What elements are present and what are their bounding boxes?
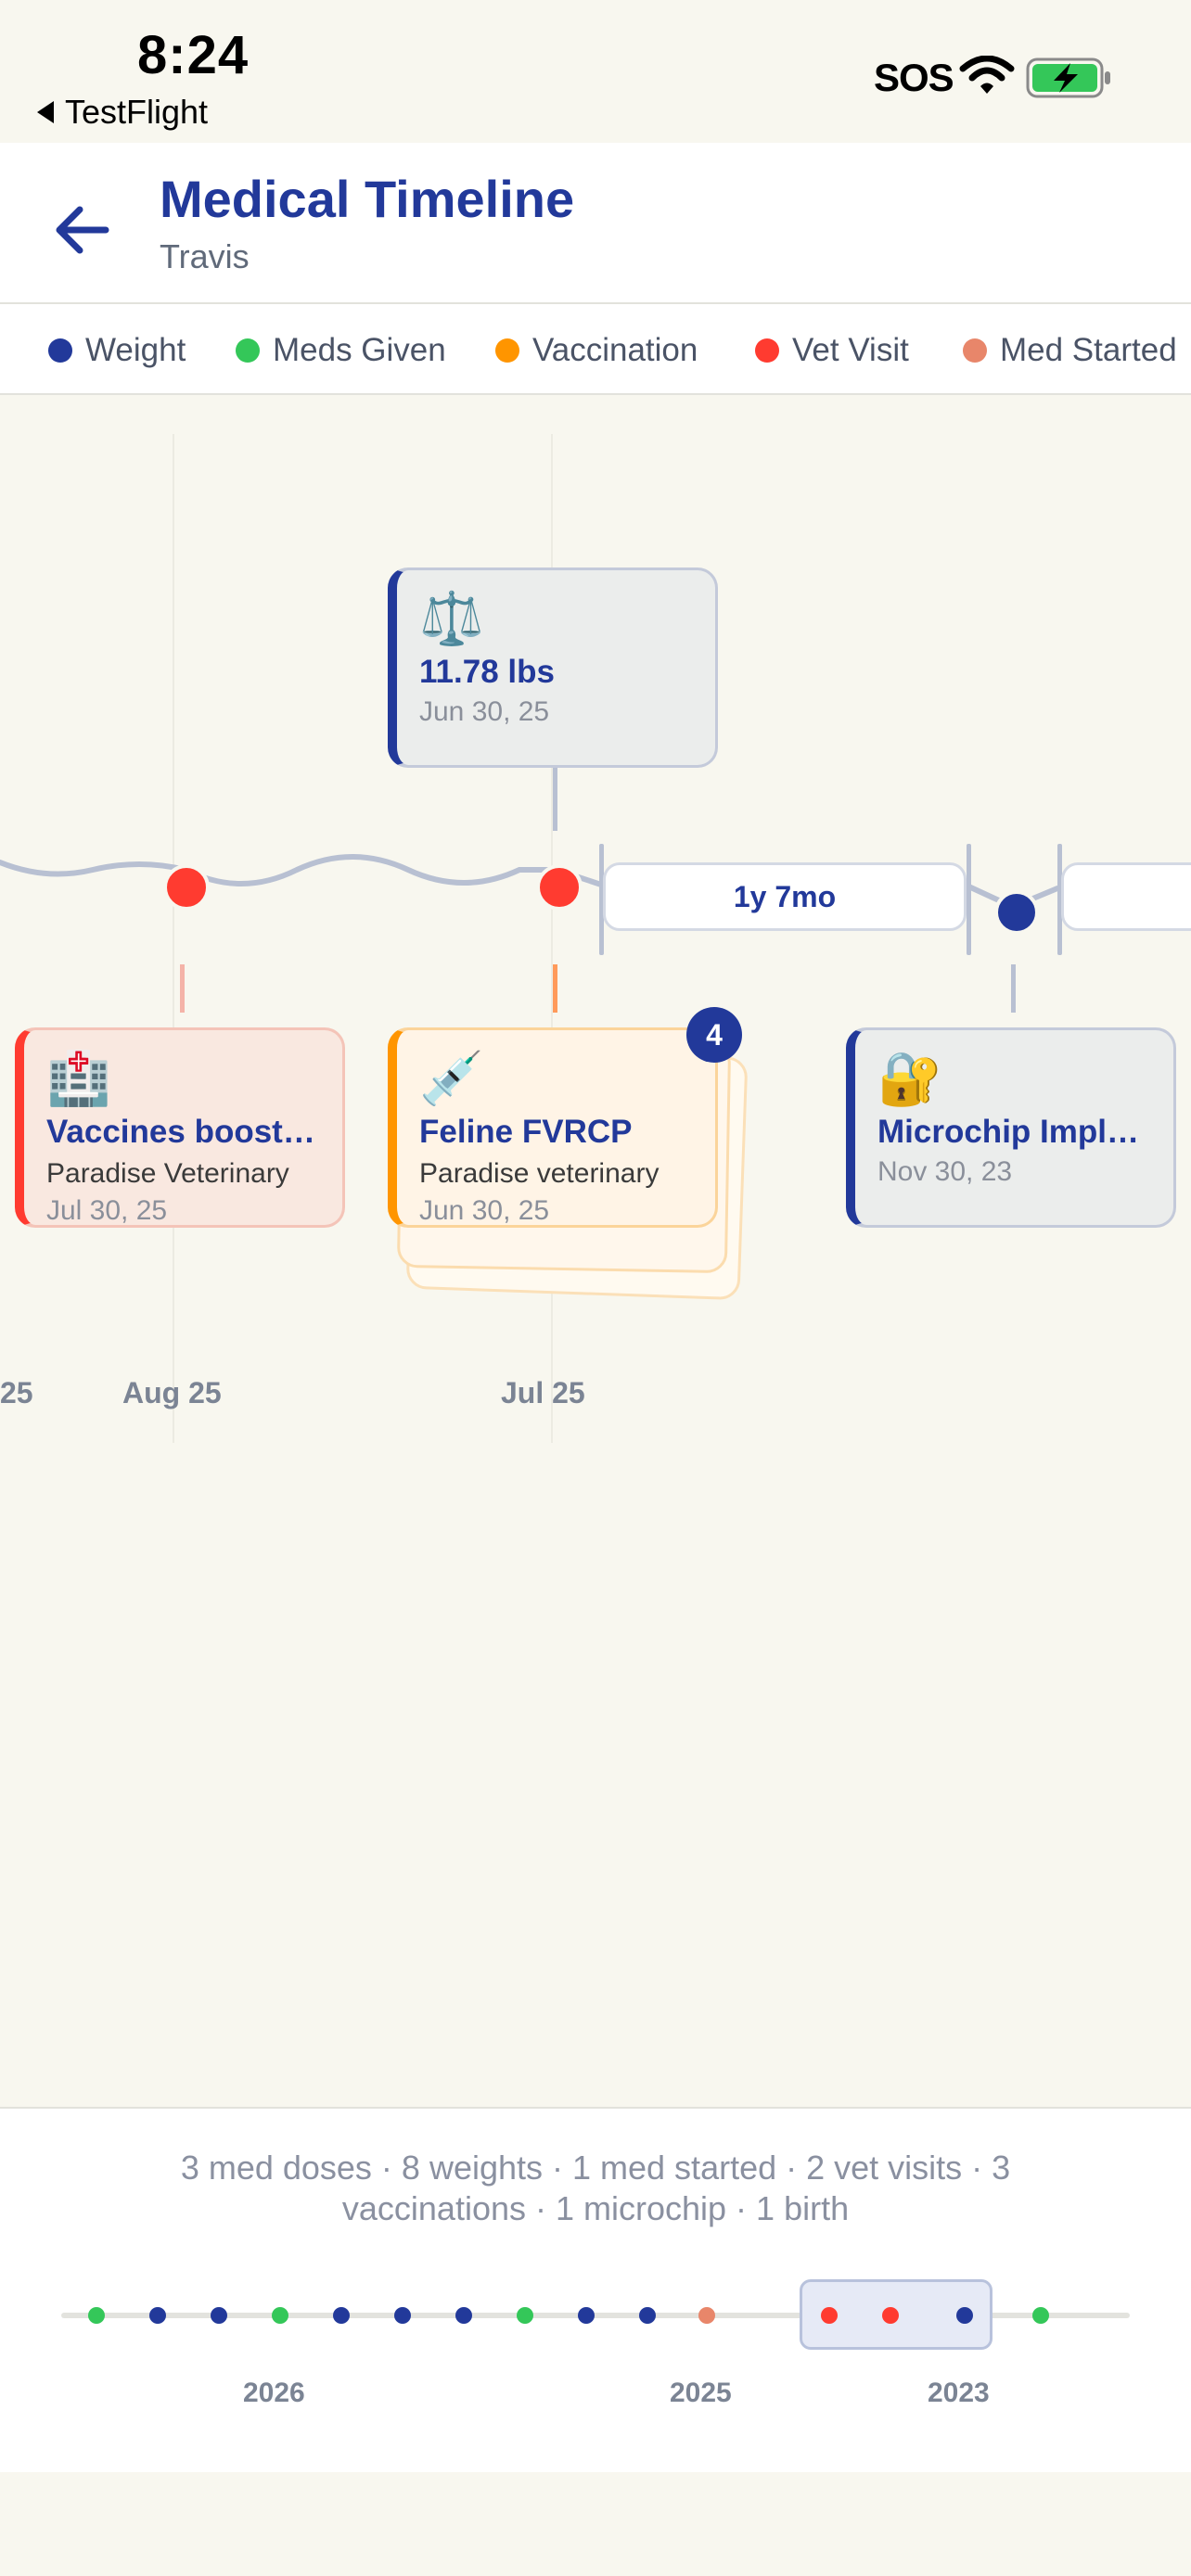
card-subtitle: Paradise veterinary bbox=[419, 1158, 660, 1189]
minimap-dot-vet-visit bbox=[882, 2307, 899, 2324]
time-gap-pill: 3 bbox=[1061, 862, 1191, 931]
page-title: Medical Timeline bbox=[160, 170, 575, 228]
connector-vet-visit bbox=[180, 964, 185, 1013]
vaccination-event-card[interactable]: 💉 Feline FVRCP Paradise veterinary Jun 3… bbox=[388, 1027, 718, 1228]
battery-charging-icon bbox=[1026, 57, 1110, 98]
minimap-dot-weight bbox=[394, 2307, 411, 2324]
back-app-label: TestFlight bbox=[65, 93, 209, 131]
axis-label: Jul 25 bbox=[501, 1376, 585, 1409]
minimap-dot-weight bbox=[211, 2307, 227, 2324]
back-arrow-icon[interactable] bbox=[48, 193, 122, 267]
minimap-dot-meds-given bbox=[88, 2307, 105, 2324]
stack-count-badge[interactable]: 4 bbox=[686, 1007, 742, 1063]
card-title: Feline FVRCP bbox=[419, 1114, 633, 1150]
gap-end-tick bbox=[967, 844, 971, 955]
card-date: Jun 30, 25 bbox=[419, 1195, 550, 1226]
microchip-event-card[interactable]: 🔐 Microchip Implanted Nov 30, 23 bbox=[846, 1027, 1176, 1228]
weight-dot-icon bbox=[48, 338, 72, 363]
back-to-testflight[interactable]: TestFlight bbox=[37, 93, 208, 132]
vet-visit-marker[interactable] bbox=[536, 864, 583, 911]
timeline-scroll-area[interactable]: 1y 7mo 3 ⚖️ 11.78 lbs Jun 30, 25 🏥 Vacci… bbox=[0, 397, 1191, 2107]
minimap-year-label: 2026 bbox=[243, 2378, 305, 2408]
card-title: Microchip Implanted bbox=[877, 1114, 1151, 1150]
minimap-dot-meds-given bbox=[517, 2307, 533, 2324]
card-title: Vaccines boosters bbox=[46, 1114, 320, 1150]
weight-event-card[interactable]: ⚖️ 11.78 lbs Jun 30, 25 bbox=[388, 567, 718, 768]
connector-microchip bbox=[1011, 964, 1016, 1013]
syringe-icon: 💉 bbox=[419, 1049, 484, 1107]
minimap-dot-weight bbox=[455, 2307, 472, 2324]
vet-visit-event-card[interactable]: 🏥 Vaccines boosters Paradise Veterinary … bbox=[15, 1027, 345, 1228]
axis-label: Aug 25 bbox=[122, 1376, 222, 1409]
status-bar: 8:24 TestFlight SOS bbox=[0, 0, 1191, 143]
wifi-icon bbox=[959, 56, 1015, 94]
legend-bar[interactable]: Weight Meds Given Vaccination Vet Visit … bbox=[0, 304, 1191, 395]
weight-marker[interactable] bbox=[994, 890, 1039, 935]
minimap-dot-meds-given bbox=[272, 2307, 288, 2324]
legend-meds-given[interactable]: Meds Given bbox=[236, 332, 446, 369]
connector-vaccination bbox=[553, 964, 557, 1013]
minimap-dot-vet-visit bbox=[821, 2307, 838, 2324]
minimap-dot-med-started bbox=[698, 2307, 715, 2324]
minimap-dot-weight bbox=[333, 2307, 350, 2324]
minimap-dot-weight bbox=[149, 2307, 166, 2324]
pet-name: Travis bbox=[160, 237, 250, 275]
sos-indicator: SOS bbox=[874, 56, 954, 99]
legend-weight[interactable]: Weight bbox=[48, 332, 186, 369]
med-started-dot-icon bbox=[963, 338, 987, 363]
vet-visit-dot-icon bbox=[755, 338, 779, 363]
legend-vaccination[interactable]: Vaccination bbox=[495, 332, 698, 369]
card-subtitle: Paradise Veterinary bbox=[46, 1158, 289, 1189]
summary-panel: 3 med doses · 8 weights · 1 med started … bbox=[0, 2107, 1191, 2472]
minimap-dot-meds-given bbox=[1032, 2307, 1049, 2324]
minimap-dot-weight bbox=[956, 2307, 973, 2324]
grid-line bbox=[173, 434, 174, 1443]
minimap-dot-weight bbox=[578, 2307, 595, 2324]
status-time: 8:24 bbox=[137, 25, 250, 85]
hospital-icon: 🏥 bbox=[46, 1049, 111, 1107]
connector-weight bbox=[553, 766, 557, 831]
legend-vet-visit[interactable]: Vet Visit bbox=[755, 332, 909, 369]
card-date: Jul 30, 25 bbox=[46, 1195, 168, 1226]
vaccination-dot-icon bbox=[495, 338, 519, 363]
header: Medical Timeline Travis bbox=[0, 143, 1191, 302]
scale-icon: ⚖️ bbox=[419, 589, 484, 647]
meds-given-dot-icon bbox=[236, 338, 260, 363]
time-gap-pill: 1y 7mo bbox=[603, 862, 967, 931]
vet-visit-marker[interactable] bbox=[163, 864, 210, 911]
axis-label: 25 bbox=[0, 1376, 33, 1409]
event-summary-text: 3 med doses · 8 weights · 1 med started … bbox=[180, 2149, 1011, 2227]
legend-med-started[interactable]: Med Started bbox=[963, 332, 1177, 369]
minimap-year-label: 2023 bbox=[928, 2378, 990, 2408]
back-triangle-icon bbox=[37, 101, 54, 123]
minimap-dot-weight bbox=[639, 2307, 656, 2324]
minimap-year-label: 2025 bbox=[670, 2378, 732, 2408]
lock-key-icon: 🔐 bbox=[877, 1049, 942, 1107]
card-date: Nov 30, 23 bbox=[877, 1156, 1013, 1187]
card-title: 11.78 lbs bbox=[419, 654, 555, 690]
card-date: Jun 30, 25 bbox=[419, 696, 550, 727]
